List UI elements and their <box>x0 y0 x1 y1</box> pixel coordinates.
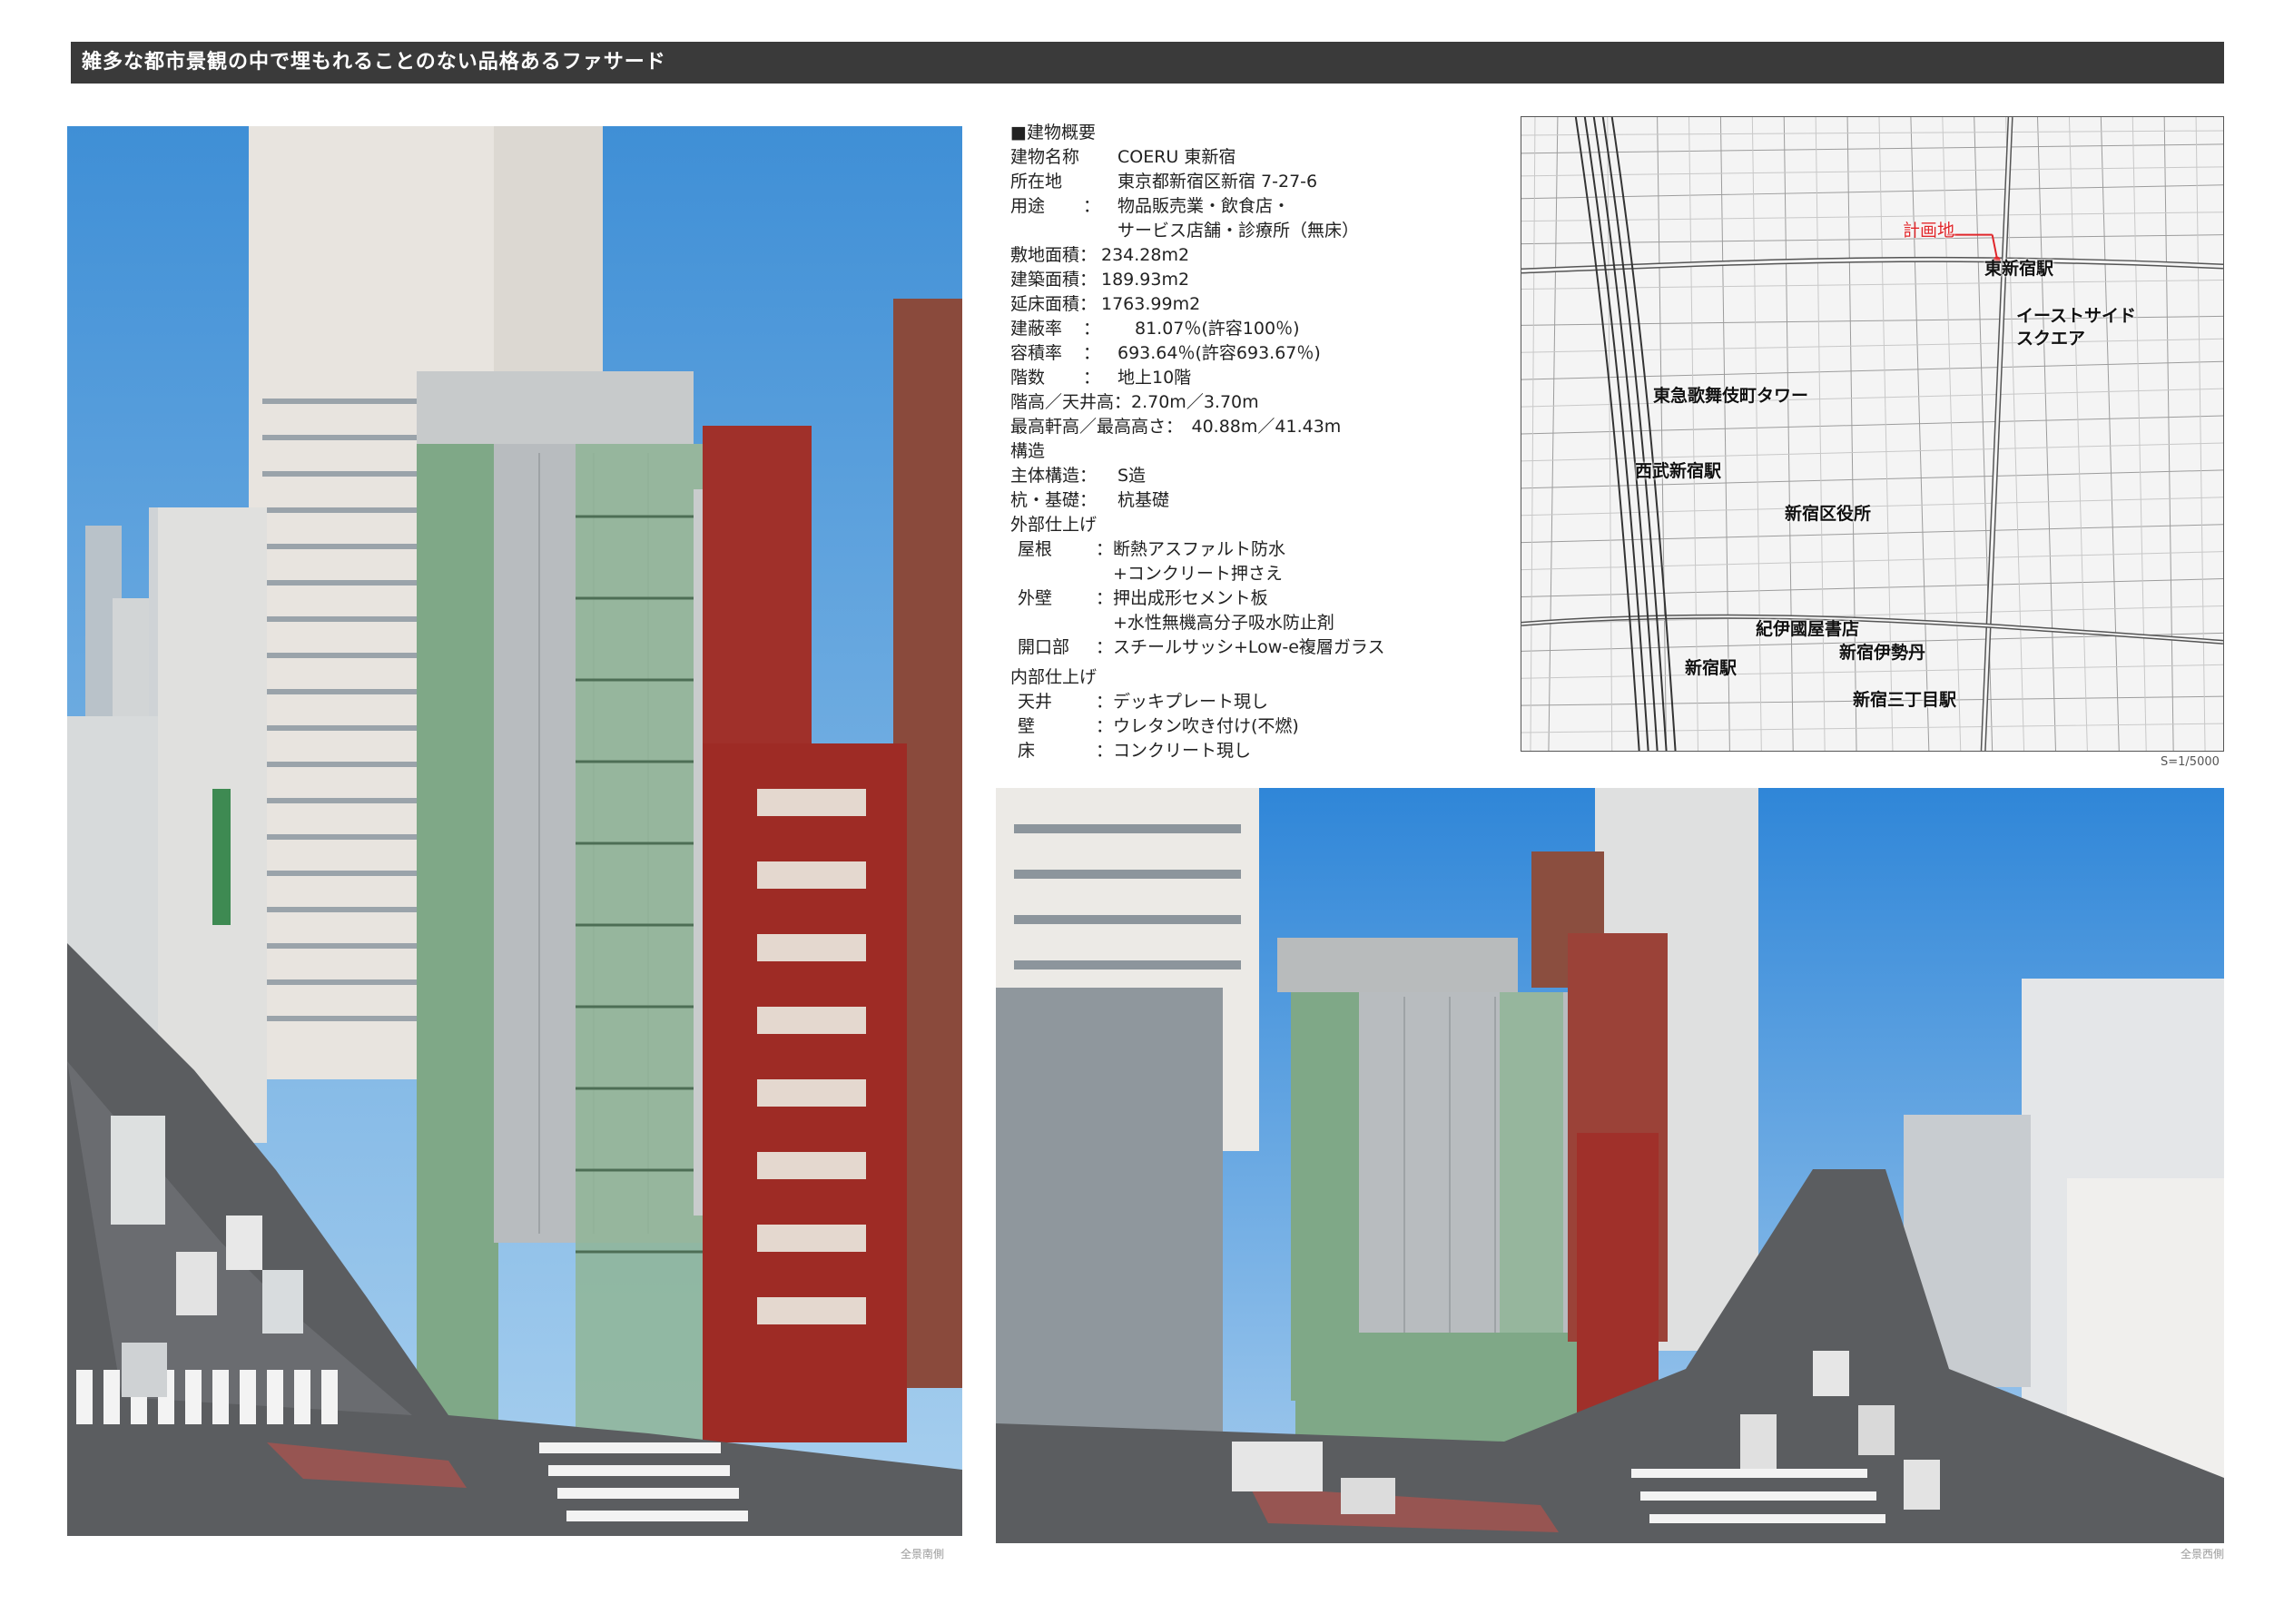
map-label-eastside-1: イーストサイド <box>2016 306 2137 326</box>
location-map: 計画地 東新宿駅 イーストサイド スクエア 東急歌舞伎町タワー 西武新宿駅 新宿… <box>1521 116 2224 752</box>
south-view-photo <box>67 126 962 1536</box>
map-label-isetan: 新宿伊勢丹 <box>1839 643 1926 663</box>
map-label-eastside-2: スクエア <box>2016 329 2086 349</box>
overview-row: 建蔽率： 81.07％(許容100％) <box>1010 319 1300 339</box>
west-view-caption: 全景西側 <box>2180 1548 2224 1560</box>
overview-row: 敷地面積： 234.28m2 <box>1010 245 1190 265</box>
max-height: 最高軒高／最高高さ： 40.88m／41.43m <box>1010 417 1342 437</box>
interior-row: 壁：ウレタン吹き付け(不燃) <box>1018 716 1299 736</box>
structure-heading: 構造 <box>1010 441 1046 461</box>
overview-heading: ■建物概要 <box>1010 123 1096 143</box>
structure-row: 主体構造： S造 <box>1010 466 1147 486</box>
interior-heading: 内部仕上げ <box>1010 667 1098 687</box>
interior-row: 天井 ：デッキプレート現し <box>1018 692 1269 712</box>
overview-row: 所在地 東京都新宿区新宿 7-27-6 <box>1010 172 1318 192</box>
exterior-row: +水性無機高分子吸水防止剤 <box>1096 613 1334 633</box>
exterior-heading: 外部仕上げ <box>1010 515 1098 535</box>
interior-row: 床：コンクリート現し <box>1018 741 1252 761</box>
overview-row: 延床面積： 1763.99m2 <box>1010 294 1201 314</box>
page-title: 雑多な都市景観の中で埋もれることのない品格あるファサード <box>71 42 2224 84</box>
south-view-caption: 全景南側 <box>900 1548 944 1560</box>
overview-row: 容積率： 693.64％(許容693.67％) <box>1010 343 1321 363</box>
overview-row: サービス店舗・診療所（無床） <box>1117 221 1360 241</box>
overview-row: 建物名称 COERU 東新宿 <box>1010 147 1236 167</box>
map-label-higashi-shinjuku: 東新宿駅 <box>1984 259 2054 279</box>
exterior-row: 外壁 ：押出成形セメント板 <box>1018 588 1268 608</box>
map-label-ward-office: 新宿区役所 <box>1785 504 1872 524</box>
map-scale: S=1/5000 <box>2161 755 2220 769</box>
map-label-sanchome: 新宿三丁目駅 <box>1853 690 1957 710</box>
west-view-illustration <box>996 788 2224 1543</box>
exterior-row: 開口部 ：スチールサッシ+Low-e複層ガラス <box>1018 637 1385 657</box>
west-view-photo <box>996 788 2224 1543</box>
building-overview: ■建物概要 建物名称 COERU 東新宿 所在地 東京都新宿区新宿 7-27-6 用… <box>1010 121 1482 763</box>
map-label-shinjuku: 新宿駅 <box>1685 658 1738 678</box>
floor-height: 階高／天井高：2.70m／3.70m <box>1010 392 1259 412</box>
overview-row: 用途：物品販売業・飲食店・ <box>1010 196 1291 216</box>
overview-row: 建築面積： 189.93m2 <box>1010 270 1190 290</box>
map-label-site: 計画地 <box>1903 221 1955 241</box>
map-label-tokyu: 東急歌舞伎町タワー <box>1653 386 1809 406</box>
map-label-seibu: 西武新宿駅 <box>1635 461 1722 481</box>
exterior-row: +コンクリート押さえ <box>1096 564 1283 584</box>
exterior-row: 屋根 ：断熱アスファルト防水 <box>1018 539 1286 559</box>
south-view-illustration <box>67 126 962 1536</box>
overview-row: 階数：地上10階 <box>1010 368 1192 388</box>
map-label-kinokuniya: 紀伊國屋書店 <box>1756 619 1860 639</box>
structure-row: 杭・基礎： 杭基礎 <box>1010 490 1170 510</box>
